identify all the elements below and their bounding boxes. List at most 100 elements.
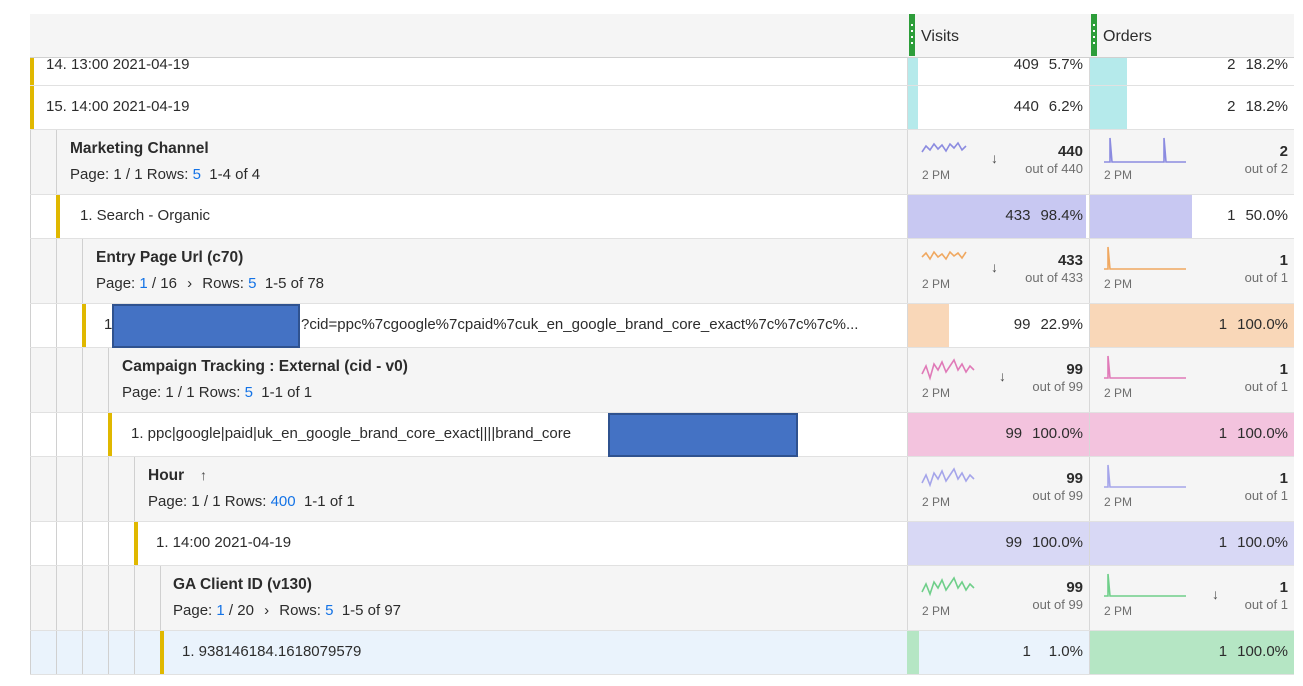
visits-sparkline xyxy=(921,467,975,488)
orders-total: 1 xyxy=(1279,252,1288,269)
orders-column-title: Orders xyxy=(1103,28,1152,45)
sort-down-icon[interactable]: ↓ xyxy=(1212,586,1219,602)
visits-column-title: Visits xyxy=(921,28,959,45)
breakdown-header-marketing-channel: Marketing Channel Page: 1 / 1 Rows: 5 1-… xyxy=(30,130,1294,195)
sort-down-icon[interactable]: ↓ xyxy=(999,368,1006,384)
sparkline-time: 2 PM xyxy=(1104,168,1133,182)
sparkline-path xyxy=(921,141,967,153)
visits-out-of: 99 xyxy=(1068,597,1083,612)
page-number-input[interactable]: 1 xyxy=(139,275,147,292)
visits-bar xyxy=(908,58,918,85)
visits-total-cell: 2 PM ↓ 99 out of 99 xyxy=(907,348,1089,412)
visits-total: 99 xyxy=(1066,470,1083,487)
table-row[interactable]: 14. 13:00 2021-04-19 409 5.7% 2 18.2% xyxy=(30,56,1294,86)
orders-total-cell: 2 PM 1 out of 1 xyxy=(1089,348,1294,412)
visits-value: 99 xyxy=(1005,534,1023,551)
sort-down-icon[interactable]: ↓ xyxy=(991,150,998,166)
visits-percent: 100.0% xyxy=(1032,534,1083,551)
orders-cell: 1 100.0% xyxy=(1089,413,1294,456)
sparkline-path xyxy=(921,467,975,488)
row-accent-bar xyxy=(30,86,34,129)
orders-total: 1 xyxy=(1279,361,1288,378)
orders-total-cell: 2 PM 2 out of 2 xyxy=(1089,130,1294,194)
visits-percent: 100.0% xyxy=(1032,425,1083,442)
orders-value: 1 xyxy=(1218,534,1228,551)
breakdown-title: Entry Page Url (c70) xyxy=(96,249,244,266)
orders-total-cell: 2 PM 1 out of 1 xyxy=(1089,239,1294,303)
column-resize-handle[interactable] xyxy=(909,14,915,56)
breakdown-title: Hour xyxy=(148,467,185,484)
table-row[interactable]: 1. ppc|google|paid|uk_en_google_brand_co… xyxy=(30,413,1294,457)
breakdown-pager: Page: 1 / 1 Rows: 5 1-4 of 4 xyxy=(70,166,261,183)
table-row[interactable]: 1. 14:00 2021-04-19 99 100.0% 1 100.0% xyxy=(30,522,1294,566)
orders-cell: 1 50.0% xyxy=(1089,195,1294,238)
column-resize-handle[interactable] xyxy=(1091,14,1097,56)
sparkline-time: 2 PM xyxy=(1104,604,1133,618)
visits-cell: 409 5.7% xyxy=(907,56,1089,85)
orders-cell: 1 100.0% xyxy=(1089,304,1294,347)
visits-total: 99 xyxy=(1066,361,1083,378)
table-row[interactable]: 1. 938146184.1618079579 1 1.0% 1 100.0% xyxy=(30,631,1294,675)
orders-total: 1 xyxy=(1279,470,1288,487)
visits-total-cell: 2 PM 99 out of 99 xyxy=(907,566,1089,630)
visits-cell: 99 100.0% xyxy=(907,413,1089,456)
table-row[interactable]: 1. Search - Organic 433 98.4% 1 50.0% xyxy=(30,195,1294,239)
sort-down-icon[interactable]: ↓ xyxy=(991,259,998,275)
visits-column-header[interactable]: Visits xyxy=(907,14,1089,57)
orders-sparkline xyxy=(1104,355,1186,379)
sort-up-icon[interactable]: ↑ xyxy=(200,467,207,483)
row-accent-bar xyxy=(56,195,60,238)
sparkline-time: 2 PM xyxy=(922,604,951,618)
visits-percent: 98.4% xyxy=(1040,207,1083,224)
visits-total: 99 xyxy=(1066,579,1083,596)
breakdown-pager: Page: 1 / 1 Rows: 5 1-1 of 1 xyxy=(122,384,313,401)
orders-percent: 100.0% xyxy=(1237,534,1288,551)
rows-per-page-select[interactable]: 400 xyxy=(271,493,296,510)
row-accent-bar xyxy=(160,631,164,674)
orders-bar xyxy=(1090,195,1192,238)
orders-value: 1 xyxy=(1218,425,1228,442)
rows-per-page-select[interactable]: 5 xyxy=(325,602,333,619)
breakdown-title: GA Client ID (v130) xyxy=(173,576,312,593)
next-page-chevron-icon[interactable]: › xyxy=(264,602,269,619)
breakdown-header-ga-client-id: GA Client ID (v130) Page: 1 / 20 › Rows:… xyxy=(30,566,1294,631)
orders-column-header[interactable]: Orders xyxy=(1089,14,1294,57)
table-row[interactable]: 1 ?cid=ppc%7cgoogle%7cpaid%7cuk_en_googl… xyxy=(30,304,1294,348)
next-page-chevron-icon[interactable]: › xyxy=(187,275,192,292)
visits-out-of: 99 xyxy=(1068,488,1083,503)
row-accent-bar xyxy=(82,304,86,347)
sparkline-time: 2 PM xyxy=(922,495,951,509)
orders-total: 2 xyxy=(1279,143,1288,160)
rows-per-page-select[interactable]: 5 xyxy=(193,166,201,183)
row-label: 1. 14:00 2021-04-19 xyxy=(156,534,292,551)
redacted-area xyxy=(112,304,300,348)
breakdown-title: Campaign Tracking : External (cid - v0) xyxy=(122,358,408,375)
visits-cell: 433 98.4% xyxy=(907,195,1089,238)
visits-value: 440 xyxy=(1013,98,1039,115)
orders-bar xyxy=(1090,86,1128,129)
orders-out-of: 2 xyxy=(1280,161,1288,176)
page-number-input[interactable]: 1 xyxy=(216,602,224,619)
orders-cell: 1 100.0% xyxy=(1089,631,1294,674)
visits-sparkline xyxy=(921,141,967,153)
visits-value: 433 xyxy=(1005,207,1031,224)
orders-out-of: 1 xyxy=(1280,488,1288,503)
visits-cell: 99 100.0% xyxy=(907,522,1089,565)
sparkline-path xyxy=(921,250,967,261)
table-row[interactable]: 15. 14:00 2021-04-19 440 6.2% 2 18.2% xyxy=(30,86,1294,130)
visits-sparkline xyxy=(921,358,975,381)
breakdown-header-entry-page-url: Entry Page Url (c70) Page: 1 / 16 › Rows… xyxy=(30,239,1294,304)
orders-value: 2 xyxy=(1227,56,1236,73)
orders-cell: 2 18.2% xyxy=(1089,86,1294,129)
row-label: ?cid=ppc%7cgoogle%7cpaid%7cuk_en_google_… xyxy=(301,316,859,333)
row-label: 15. 14:00 2021-04-19 xyxy=(46,98,190,115)
row-label: 14. 13:00 2021-04-19 xyxy=(46,56,190,73)
orders-sparkline xyxy=(1104,464,1186,488)
orders-percent: 100.0% xyxy=(1237,425,1288,442)
sparkline-time: 2 PM xyxy=(922,386,951,400)
orders-value: 1 xyxy=(1227,207,1236,224)
rows-per-page-select[interactable]: 5 xyxy=(248,275,256,292)
visits-cell: 440 6.2% xyxy=(907,86,1089,129)
rows-per-page-select[interactable]: 5 xyxy=(245,384,253,401)
orders-percent: 100.0% xyxy=(1237,316,1288,333)
